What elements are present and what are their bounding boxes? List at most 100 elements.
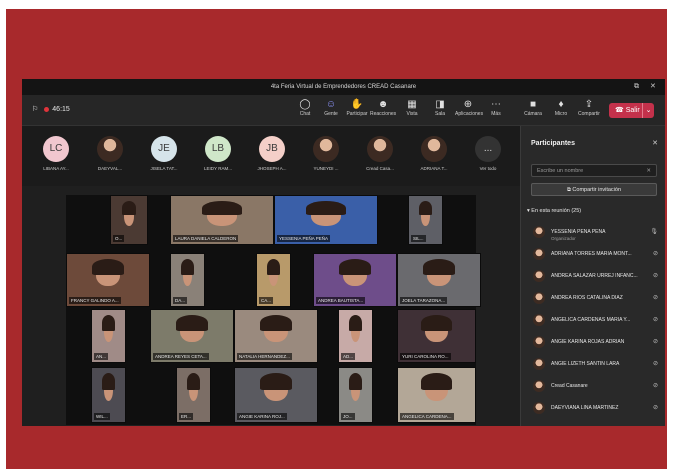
- panel-title: Participantes: [531, 140, 575, 147]
- more-button[interactable]: ⋯ Más: [483, 99, 509, 117]
- participant-avatar: [533, 314, 545, 326]
- participant-row[interactable]: ADRIANA TORRES MARIA MONT... ⊘: [521, 244, 665, 266]
- participant-hair: [305, 200, 347, 216]
- mic-icon: ⊘: [652, 295, 658, 301]
- participant-hair: [421, 373, 452, 390]
- avatar-item[interactable]: Cread Casa...: [354, 136, 406, 171]
- participant-name: ANDREA SALAZAR URREJ INFANC...: [551, 273, 638, 279]
- share-invite-button[interactable]: ⧉ Compartir invitación: [531, 183, 657, 196]
- avatar-item[interactable]: JB JHOSEPH A...: [246, 136, 298, 171]
- avatar-item[interactable]: ADRIANA T...: [408, 136, 460, 171]
- rooms-icon: ◨: [435, 99, 445, 110]
- avatar-item[interactable]: JE JISELA TAT...: [138, 136, 190, 171]
- avatar-name: JHOSEPH A...: [257, 166, 287, 171]
- avatar-name: YUNEYDI ...: [313, 166, 339, 171]
- chat-button[interactable]: ◯ Chat: [292, 99, 318, 117]
- participant-name: ANGIE KARINA ROJAS ADRIAN: [551, 339, 625, 345]
- video-grid: O... LAURA DANIELA CALDERON YESSENIA PEÑA …: [66, 195, 481, 425]
- view-button[interactable]: ▦ Vista: [399, 99, 425, 117]
- participant-name: ANGIE LIZETH SANTIN LARA: [551, 361, 620, 367]
- video-tile[interactable]: NATALIA HERNANDEZ...: [234, 309, 318, 363]
- video-tile[interactable]: LAURA DANIELA CALDERON: [170, 195, 274, 245]
- apps-icon: ⊕: [463, 99, 473, 110]
- reactions-button[interactable]: ☻ Reacciones: [370, 99, 396, 117]
- video-tile[interactable]: YURI CAROLINA RO...: [397, 309, 476, 363]
- recording-dot-icon: [44, 106, 50, 112]
- mic-icon: ⊘: [652, 383, 658, 389]
- video-tile[interactable]: YESSENIA PEÑA PEÑA: [274, 195, 378, 245]
- avatar-item[interactable]: DAEYVAL...: [84, 136, 136, 171]
- video-tile[interactable]: JOELA TARAZONA...: [397, 253, 481, 307]
- avatar-item[interactable]: LB LEIDY RAM...: [192, 136, 244, 171]
- participant-hair: [421, 315, 452, 331]
- search-input[interactable]: Escribe un nombre ✕: [531, 164, 657, 177]
- video-tile[interactable]: SIL...: [408, 195, 443, 245]
- participant-row[interactable]: ANDREA SALAZAR URREJ INFANC... ⊘: [521, 266, 665, 288]
- video-tile[interactable]: AD...: [338, 309, 373, 363]
- tile-name: ANGELICA CARDENA...: [400, 413, 454, 420]
- avatar-item[interactable]: YUNEYDI ...: [300, 136, 352, 171]
- mic-icon: ⊘: [652, 405, 658, 411]
- video-tile[interactable]: FRANCY GALINDO A...: [66, 253, 150, 307]
- apps-button[interactable]: ⊕ Aplicaciones: [455, 99, 483, 117]
- participant-row[interactable]: Cread Casanare ⊘: [521, 376, 665, 398]
- rooms-button[interactable]: ◨ Sala: [427, 99, 453, 117]
- people-button[interactable]: ☺ Gente: [318, 99, 344, 117]
- raise-hand-icon: ✋: [350, 99, 364, 110]
- popout-icon[interactable]: ⧉: [634, 79, 639, 95]
- people-icon: ☺: [325, 99, 337, 110]
- camera-icon: ■: [529, 99, 537, 110]
- participant-row[interactable]: DAEYVIANA LINA MARTINEZ ⊘: [521, 398, 665, 420]
- participant-row[interactable]: ANDREA RIOS CATALINA DIAZ ⊘: [521, 288, 665, 310]
- camera-button[interactable]: ■ Cámara: [520, 99, 546, 117]
- participant-row[interactable]: ANGIE KARINA ROJAS ADRIAN ⊘: [521, 332, 665, 354]
- video-tile[interactable]: ANDREA REYES CETA...: [150, 309, 234, 363]
- video-tile[interactable]: DA...: [170, 253, 205, 307]
- participant-role: Organizador: [551, 236, 576, 241]
- participant-hair: [259, 373, 293, 390]
- video-tile[interactable]: JO...: [338, 367, 373, 423]
- participant-avatar: [533, 380, 545, 392]
- video-tile[interactable]: O...: [110, 195, 148, 245]
- tile-name: ANDREA REYES CETA...: [153, 353, 209, 360]
- raise-hand-button[interactable]: ✋ Participar: [344, 99, 370, 117]
- tile-name: NATALIA HERNANDEZ...: [237, 353, 292, 360]
- avatar-name: Ver todo: [479, 166, 497, 171]
- mic-icon: ⊘: [652, 339, 658, 345]
- share-button[interactable]: ⇪ Compartir: [576, 99, 602, 117]
- avatar-item[interactable]: ... Ver todo: [462, 136, 514, 171]
- teams-meeting-window: 4ta Feria Virtual de Emprendedores CREAD…: [22, 79, 665, 426]
- chevron-down-icon[interactable]: ⌄: [642, 103, 654, 118]
- participant-hair: [121, 200, 137, 216]
- clear-icon[interactable]: ✕: [646, 165, 651, 178]
- participant-hair: [338, 259, 372, 275]
- participant-hair: [101, 373, 116, 390]
- video-tile[interactable]: ANDREA BAUTISTA...: [313, 253, 397, 307]
- participant-hair: [266, 259, 281, 275]
- mic-button[interactable]: ♦ Micro: [548, 99, 574, 117]
- leave-button[interactable]: ☎ Salir ⌄: [609, 103, 654, 118]
- participant-hair: [348, 373, 363, 390]
- participant-hair: [259, 315, 293, 331]
- close-icon[interactable]: ✕: [650, 79, 656, 95]
- tile-name: CA...: [259, 297, 274, 304]
- participant-name: ANDREA RIOS CATALINA DIAZ: [551, 295, 623, 301]
- video-tile[interactable]: ANGELICA CARDENA...: [397, 367, 476, 423]
- close-panel-icon[interactable]: ✕: [652, 139, 658, 147]
- meeting-toolbar: ⚐ 46:15 ◯ Chat ☺ Gente ✋ Participar ☻ Reaccio…: [22, 95, 665, 126]
- video-tile[interactable]: ANGIE KARINA ROJ...: [234, 367, 318, 423]
- window-title: 4ta Feria Virtual de Emprendedores CREAD…: [270, 84, 417, 90]
- participant-row[interactable]: YESSENIA PEÑA PEÑA Organizador 🎙: [521, 222, 665, 244]
- participant-avatar-strip: LC LIBANA AY... DAEYVAL... JE JISELA TAT... L…: [22, 126, 520, 186]
- video-tile[interactable]: AN...: [91, 309, 126, 363]
- more-icon: ⋯: [491, 99, 501, 110]
- avatar: [97, 136, 123, 162]
- participant-row[interactable]: ANGELICA CARDENAS MARIA Y... ⊘: [521, 310, 665, 332]
- video-tile[interactable]: ER...: [176, 367, 211, 423]
- video-tile[interactable]: CA...: [256, 253, 291, 307]
- participant-row[interactable]: ANGIE LIZETH SANTIN LARA ⊘: [521, 354, 665, 376]
- avatar-item[interactable]: LC LIBANA AY...: [30, 136, 82, 171]
- participant-name: DAEYVIANA LINA MARTINEZ: [551, 405, 619, 411]
- video-tile[interactable]: WIL...: [91, 367, 126, 423]
- section-header[interactable]: ▾ En esta reunión (25): [527, 208, 581, 214]
